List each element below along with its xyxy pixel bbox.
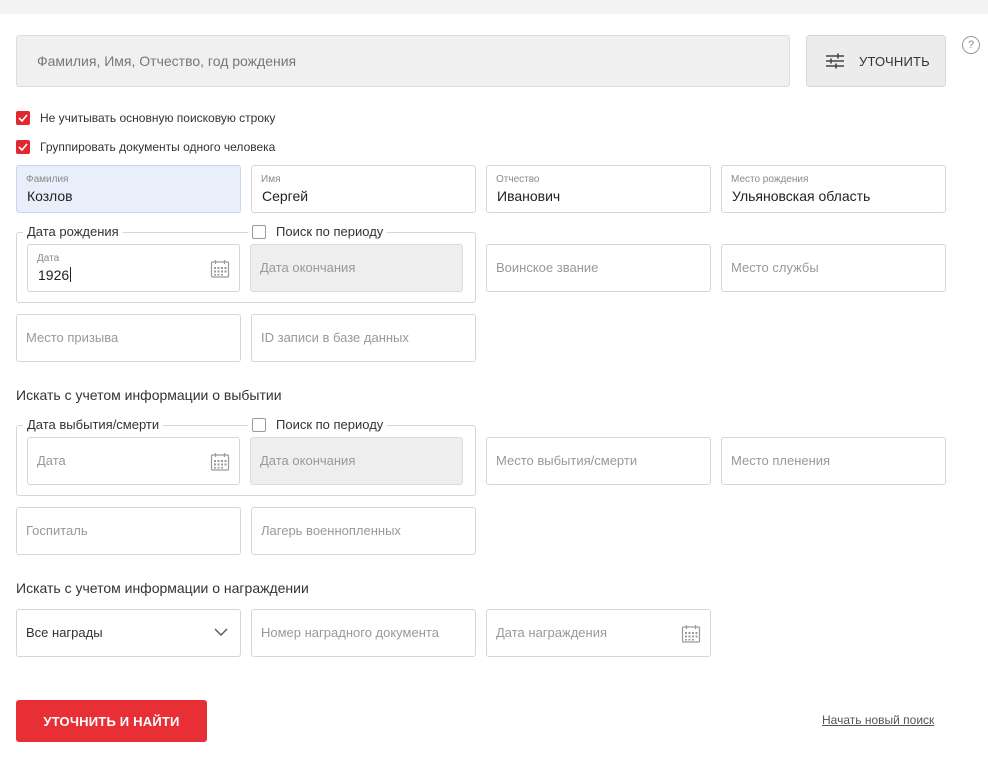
- calendar-icon[interactable]: [210, 452, 230, 472]
- main-search-box[interactable]: [16, 35, 790, 87]
- draft-place-field[interactable]: Место призыва: [16, 314, 241, 362]
- birth-period-option[interactable]: Поиск по периоду: [248, 224, 388, 239]
- awards-select[interactable]: Все награды: [16, 609, 241, 657]
- awards-select-value: Все награды: [26, 625, 103, 640]
- rank-field[interactable]: Воинское звание: [486, 244, 711, 292]
- draft-place-placeholder: Место призыва: [26, 330, 119, 345]
- birth-date-field[interactable]: Дата 1926: [27, 244, 240, 292]
- pow-camp-placeholder: Лагерь военнопленных: [261, 523, 401, 538]
- filter-sliders-icon: [826, 53, 844, 69]
- refine-button-label: УТОЧНИТЬ: [859, 53, 930, 69]
- departure-date-field[interactable]: Дата: [27, 437, 240, 485]
- departure-date-placeholder: Дата: [37, 453, 66, 468]
- record-id-field[interactable]: ID записи в базе данных: [251, 314, 476, 362]
- award-doc-number-field[interactable]: Номер наградного документа: [251, 609, 476, 657]
- birth-date-label: Дата: [37, 253, 60, 264]
- departure-end-date-placeholder: Дата окончания: [260, 453, 356, 468]
- departure-section-title: Искать с учетом информации о выбытии: [16, 387, 282, 403]
- name-label: Имя: [261, 174, 281, 185]
- birth-date-legend: Дата рождения: [23, 224, 123, 239]
- patronymic-label: Отчество: [496, 174, 540, 185]
- refine-and-find-button[interactable]: УТОЧНИТЬ И НАЙТИ: [16, 700, 207, 742]
- new-search-link[interactable]: Начать новый поиск: [822, 713, 934, 727]
- top-strip: [0, 0, 988, 14]
- departure-place-placeholder: Место выбытия/смерти: [496, 453, 638, 468]
- birth-date-value: 1926: [38, 267, 72, 283]
- service-place-field[interactable]: Место службы: [721, 244, 946, 292]
- checkbox-departure-period[interactable]: [252, 417, 266, 432]
- patronymic-field[interactable]: Отчество Иванович: [486, 165, 711, 213]
- service-place-placeholder: Место службы: [731, 260, 819, 275]
- departure-period-label: Поиск по периоду: [276, 417, 384, 432]
- award-date-field[interactable]: Дата награждения: [486, 609, 711, 657]
- departure-end-date-field: Дата окончания: [250, 437, 463, 485]
- main-search-input[interactable]: [17, 36, 789, 86]
- check-icon: [18, 143, 28, 151]
- calendar-icon[interactable]: [681, 624, 701, 644]
- captivity-place-field[interactable]: Место пленения: [721, 437, 946, 485]
- departure-period-option[interactable]: Поиск по периоду: [248, 417, 388, 432]
- option-ignore-main[interactable]: Не учитывать основную поисковую строку: [16, 111, 275, 125]
- surname-field[interactable]: Фамилия Козлов: [16, 165, 241, 213]
- award-date-placeholder: Дата награждения: [496, 625, 608, 640]
- name-value: Сергей: [262, 188, 309, 204]
- awards-section-title: Искать с учетом информации о награждении: [16, 580, 309, 596]
- option-group-docs[interactable]: Группировать документы одного человека: [16, 140, 275, 154]
- record-id-placeholder: ID записи в базе данных: [261, 330, 409, 345]
- checkbox-group-docs[interactable]: [16, 140, 30, 154]
- birthplace-value: Ульяновская область: [732, 188, 871, 204]
- birthplace-label: Место рождения: [731, 174, 809, 185]
- option-group-docs-label: Группировать документы одного человека: [40, 140, 276, 154]
- birth-end-date-field: Дата окончания: [250, 244, 463, 292]
- refine-button[interactable]: УТОЧНИТЬ: [806, 35, 946, 87]
- birth-end-date-placeholder: Дата окончания: [260, 260, 356, 275]
- departure-date-legend: Дата выбытия/смерти: [23, 417, 164, 432]
- departure-place-field[interactable]: Место выбытия/смерти: [486, 437, 711, 485]
- rank-placeholder: Воинское звание: [496, 260, 599, 275]
- hospital-placeholder: Госпиталь: [26, 523, 88, 538]
- hospital-field[interactable]: Госпиталь: [16, 507, 241, 555]
- checkbox-birth-period[interactable]: [252, 224, 266, 239]
- birth-period-label: Поиск по периоду: [276, 224, 384, 239]
- patronymic-value: Иванович: [497, 188, 561, 204]
- surname-label: Фамилия: [26, 174, 69, 185]
- check-icon: [18, 114, 28, 122]
- name-field[interactable]: Имя Сергей: [251, 165, 476, 213]
- captivity-place-placeholder: Место пленения: [731, 453, 831, 468]
- calendar-icon[interactable]: [210, 259, 230, 279]
- help-icon[interactable]: ?: [962, 36, 980, 54]
- award-doc-number-placeholder: Номер наградного документа: [261, 625, 439, 640]
- chevron-down-icon: [214, 628, 228, 636]
- option-ignore-main-label: Не учитывать основную поисковую строку: [40, 111, 276, 125]
- pow-camp-field[interactable]: Лагерь военнопленных: [251, 507, 476, 555]
- birthplace-field[interactable]: Место рождения Ульяновская область: [721, 165, 946, 213]
- surname-value: Козлов: [27, 188, 73, 204]
- checkbox-ignore-main[interactable]: [16, 111, 30, 125]
